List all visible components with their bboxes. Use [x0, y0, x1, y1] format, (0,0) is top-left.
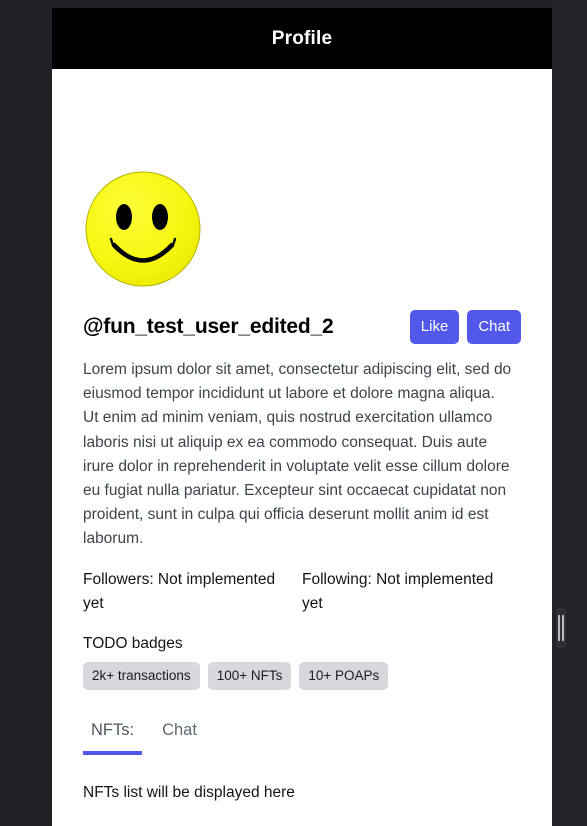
badge-nfts: 100+ NFTs — [207, 661, 292, 691]
right-gutter — [552, 0, 587, 826]
page-title: Profile — [271, 27, 333, 49]
username: @fun_test_user_edited_2 — [83, 315, 334, 338]
bio-text: Lorem ipsum dolor sit amet, consectetur … — [83, 361, 512, 548]
action-buttons: Like Chat — [409, 310, 521, 344]
tab-panel-content: NFTs list will be displayed here — [83, 783, 295, 801]
app-root: Profile @fun_test_user_edited_2 Like Cha… — [0, 0, 587, 826]
app-bar: Profile — [52, 8, 552, 69]
tab-chat[interactable]: Chat — [154, 716, 205, 755]
profile-body: @fun_test_user_edited_2 Like Chat Lorem … — [52, 69, 552, 826]
chat-button[interactable]: Chat — [467, 310, 521, 344]
vertical-grip-icon[interactable] — [556, 608, 566, 648]
badge-list: 2k+ transactions 100+ NFTs 10+ POAPs — [83, 661, 521, 691]
tab-nfts[interactable]: NFTs: — [83, 716, 143, 755]
profile-panel: Profile @fun_test_user_edited_2 Like Cha… — [52, 8, 552, 826]
identity-row: @fun_test_user_edited_2 Like Chat — [83, 310, 521, 344]
avatar-container — [83, 69, 521, 289]
followers-stat: Followers: Not implemented yet — [83, 570, 276, 612]
smiley-face-avatar — [85, 171, 201, 287]
following-stat: Following: Not implemented yet — [302, 570, 494, 612]
like-button[interactable]: Like — [409, 310, 460, 344]
badge-poaps: 10+ POAPs — [299, 661, 389, 691]
badges-section: TODO badges 2k+ transactions 100+ NFTs 1… — [83, 634, 521, 691]
grip-bar — [558, 615, 560, 641]
badge-transactions: 2k+ transactions — [83, 661, 200, 691]
grip-bar — [562, 615, 564, 641]
stats-row: Followers: Not implemented yet Following… — [83, 568, 521, 616]
tab-bar: NFTs: Chat — [83, 716, 521, 755]
badges-title: TODO badges — [83, 634, 183, 652]
